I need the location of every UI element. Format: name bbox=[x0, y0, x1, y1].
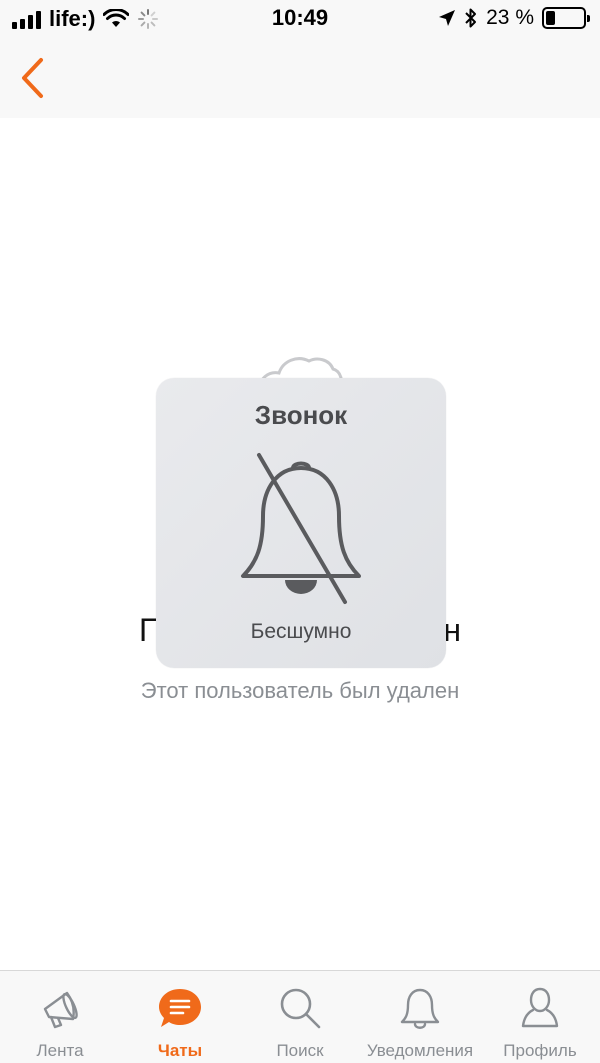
navigation-bar bbox=[0, 38, 600, 118]
tab-label: Лента bbox=[36, 1041, 84, 1060]
tab-label: Чаты bbox=[157, 1041, 203, 1060]
tab-bar: Лента Чаты Поиск Уведомления Профиль bbox=[0, 970, 600, 1063]
status-right: 23 % bbox=[438, 6, 590, 30]
tab-label: Поиск bbox=[276, 1041, 324, 1060]
tab-profile[interactable]: Профиль bbox=[480, 971, 600, 1063]
person-icon bbox=[510, 985, 570, 1031]
battery-percent: 23 % bbox=[486, 6, 534, 29]
ringer-hud: Звонок Бесшумно bbox=[156, 378, 446, 668]
tab-label: Уведомления bbox=[366, 1041, 474, 1060]
bluetooth-icon bbox=[465, 8, 477, 28]
tab-feed[interactable]: Лента bbox=[0, 971, 120, 1063]
megaphone-icon bbox=[30, 985, 90, 1031]
chevron-left-icon bbox=[22, 58, 43, 98]
battery-icon bbox=[542, 7, 590, 29]
hud-label: Бесшумно bbox=[250, 620, 352, 643]
tab-notifications[interactable]: Уведомления bbox=[360, 971, 480, 1063]
search-icon bbox=[270, 985, 330, 1031]
tab-search[interactable]: Поиск bbox=[240, 971, 360, 1063]
tab-chats[interactable]: Чаты bbox=[120, 971, 240, 1063]
location-arrow-icon bbox=[439, 10, 456, 26]
bell-slash-icon bbox=[241, 453, 361, 604]
hud-title: Звонок bbox=[254, 400, 348, 430]
chat-bubble-icon bbox=[150, 985, 210, 1031]
bell-icon bbox=[390, 985, 450, 1031]
status-bar: life:) 10:49 23 % bbox=[0, 0, 600, 38]
back-button[interactable] bbox=[10, 52, 54, 104]
deleted-user-subtitle: Этот пользователь был удален bbox=[140, 678, 460, 703]
tab-label: Профиль bbox=[503, 1041, 577, 1060]
